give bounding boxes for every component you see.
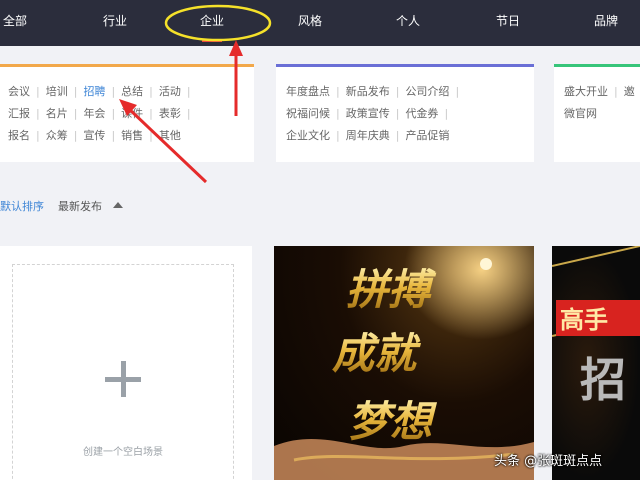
watermark: 头条 @张斑斑点点 bbox=[494, 454, 603, 469]
annotation-overlay bbox=[119, 4, 272, 184]
highlight-ellipse bbox=[164, 4, 272, 42]
arrow-head-up bbox=[229, 40, 243, 56]
arrow-shaft-diagonal bbox=[126, 106, 208, 184]
